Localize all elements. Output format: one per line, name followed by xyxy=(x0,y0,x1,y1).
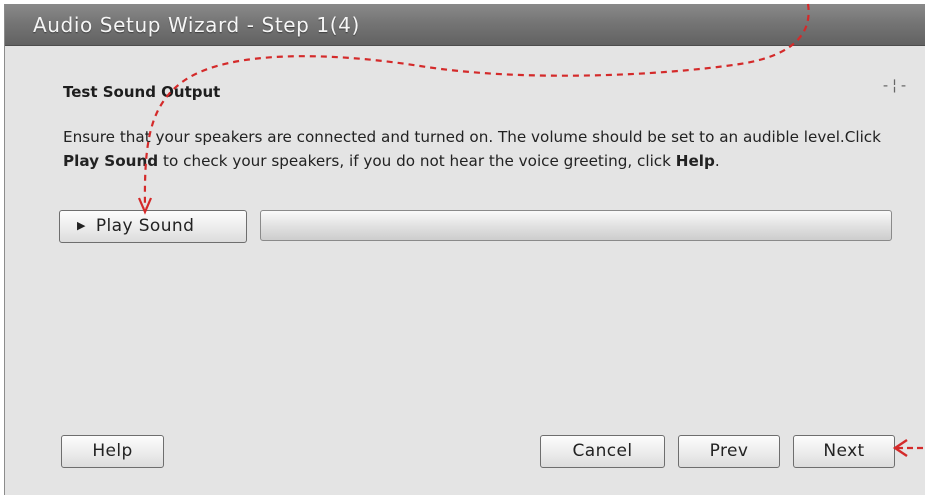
annotation-dashed-curve xyxy=(143,3,810,209)
annotation-overlay xyxy=(137,3,925,457)
